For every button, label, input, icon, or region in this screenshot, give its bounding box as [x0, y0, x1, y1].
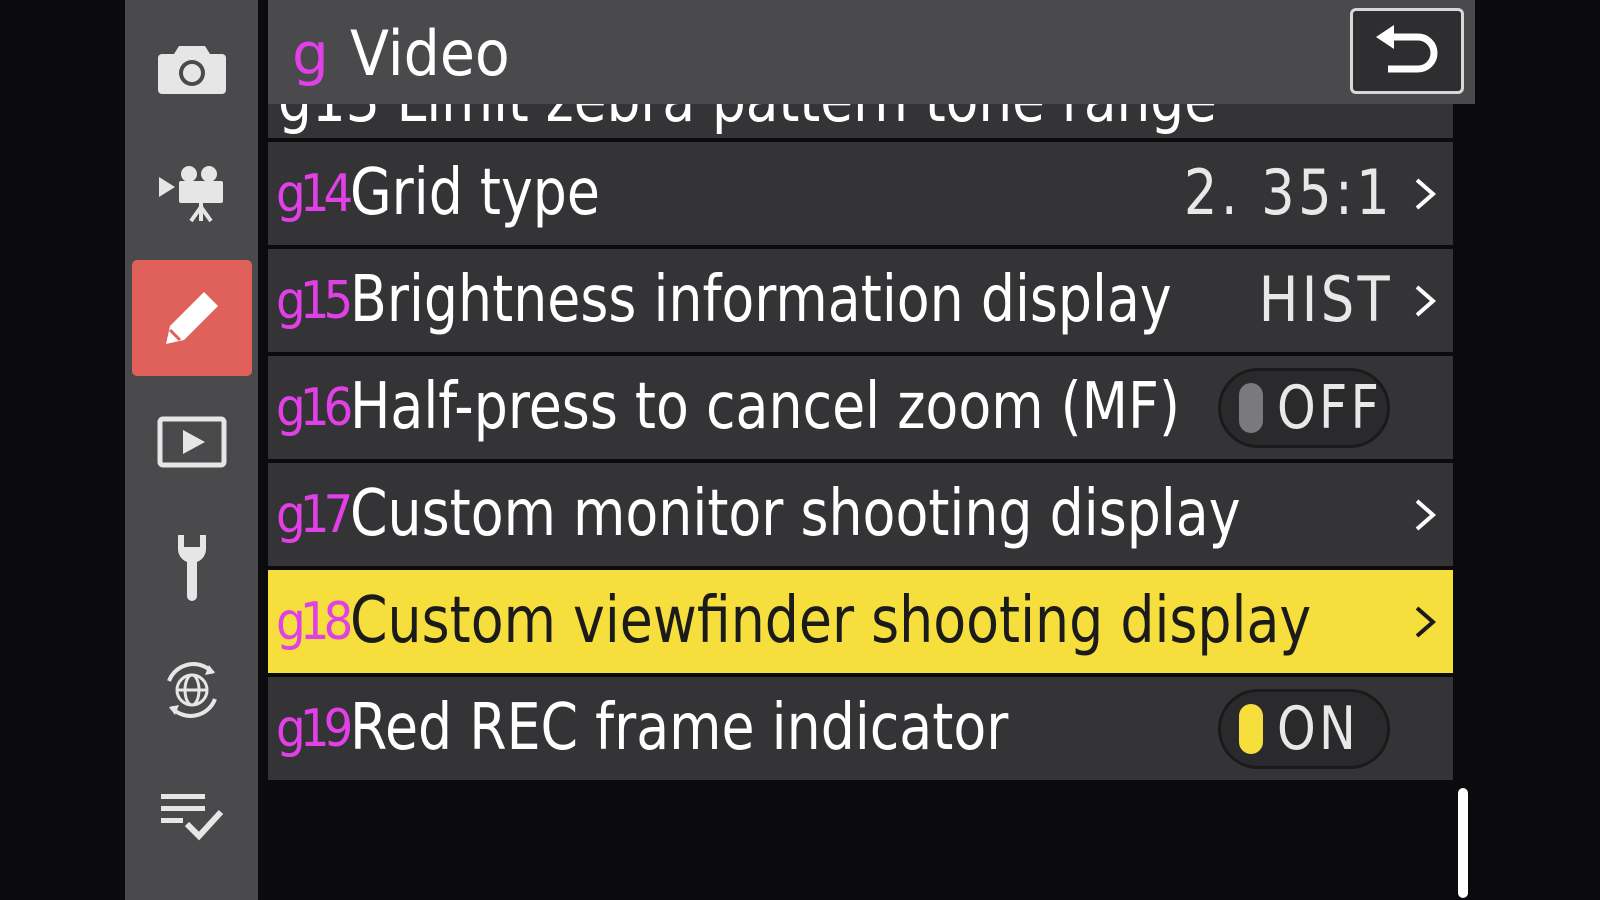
network-globe-icon [167, 662, 217, 718]
menu-tab-sidebar [125, 0, 258, 900]
toggle-knob [1239, 383, 1263, 433]
tab-network-menu[interactable] [132, 632, 252, 748]
list-item-red-rec-frame-indicator[interactable]: g19 Red REC frame indicator ON [268, 677, 1453, 780]
tab-video-recording-menu[interactable] [132, 136, 252, 252]
item-label: Brightness information display [350, 263, 1172, 337]
chevron-right-icon [1415, 606, 1437, 638]
checklist-icon [161, 794, 224, 841]
tab-photo-shooting-menu[interactable] [132, 10, 252, 126]
item-value: 2. 35:1 [1183, 156, 1393, 229]
list-item-partial-label: g13 Limit zebra pattern tone range [278, 104, 1217, 138]
tab-custom-settings-menu[interactable] [132, 260, 252, 376]
item-code: g15 [276, 271, 353, 331]
return-arrow-icon [1376, 25, 1438, 73]
item-label: Grid type [350, 156, 601, 230]
chevron-right-icon [1415, 178, 1437, 210]
camera-menu-screen: g Video g13 Limit zebra pattern tone ran… [0, 0, 1600, 900]
chevron-right-icon [1415, 285, 1437, 317]
list-item-custom-viewfinder-display[interactable]: g18 Custom viewfinder shooting display [268, 570, 1453, 673]
wrench-icon [178, 535, 206, 601]
item-code: g16 [276, 378, 353, 438]
menu-list: g13 Limit zebra pattern tone range g14 G… [268, 104, 1453, 900]
camera-icon [158, 46, 226, 94]
item-label: Custom monitor shooting display [350, 477, 1241, 551]
item-code: g14 [276, 164, 353, 224]
menu-header: g Video [268, 0, 1475, 104]
tab-playback-menu[interactable] [132, 384, 252, 500]
list-item-partial[interactable]: g13 Limit zebra pattern tone range [268, 104, 1453, 138]
menu-letter: g [292, 20, 329, 88]
toggle-knob [1239, 704, 1263, 754]
item-code: g18 [276, 592, 353, 652]
item-label: Half-press to cancel zoom (MF) [350, 370, 1180, 444]
toggle-state: ON [1277, 694, 1360, 764]
toggle-switch[interactable]: ON [1218, 689, 1390, 769]
list-item-brightness-info-display[interactable]: g15 Brightness information display HIST [268, 249, 1453, 352]
toggle-switch[interactable]: OFF [1218, 368, 1390, 448]
pencil-icon [166, 292, 218, 344]
item-code: g17 [276, 485, 353, 545]
tab-my-menu[interactable] [132, 758, 252, 874]
chevron-right-icon [1415, 499, 1437, 531]
item-label: Red REC frame indicator [350, 691, 1009, 765]
list-item-custom-monitor-display[interactable]: g17 Custom monitor shooting display [268, 463, 1453, 566]
item-value: HIST [1258, 263, 1393, 336]
list-item-grid-type[interactable]: g14 Grid type 2. 35:1 [268, 142, 1453, 245]
toggle-state: OFF [1277, 373, 1383, 443]
back-button[interactable] [1350, 8, 1464, 94]
tab-setup-menu[interactable] [132, 508, 252, 624]
item-label: Custom viewfinder shooting display [350, 584, 1312, 658]
movie-camera-icon [159, 166, 223, 223]
page-title: Video [350, 17, 510, 90]
playback-icon [157, 416, 227, 468]
scrollbar[interactable] [1458, 788, 1468, 898]
item-code: g19 [276, 699, 353, 759]
list-item-half-press-cancel-zoom[interactable]: g16 Half-press to cancel zoom (MF) OFF [268, 356, 1453, 459]
